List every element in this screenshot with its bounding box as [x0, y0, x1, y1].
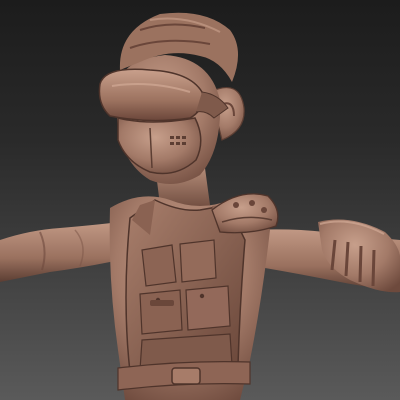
head: [98, 12, 245, 184]
right-arm: [250, 219, 400, 293]
belt-buckle: [171, 367, 201, 385]
face-mask: [117, 117, 202, 175]
shoulder-pad: [211, 193, 279, 234]
sculpt-viewport[interactable]: [0, 0, 400, 400]
character-sculpt: [0, 12, 400, 400]
